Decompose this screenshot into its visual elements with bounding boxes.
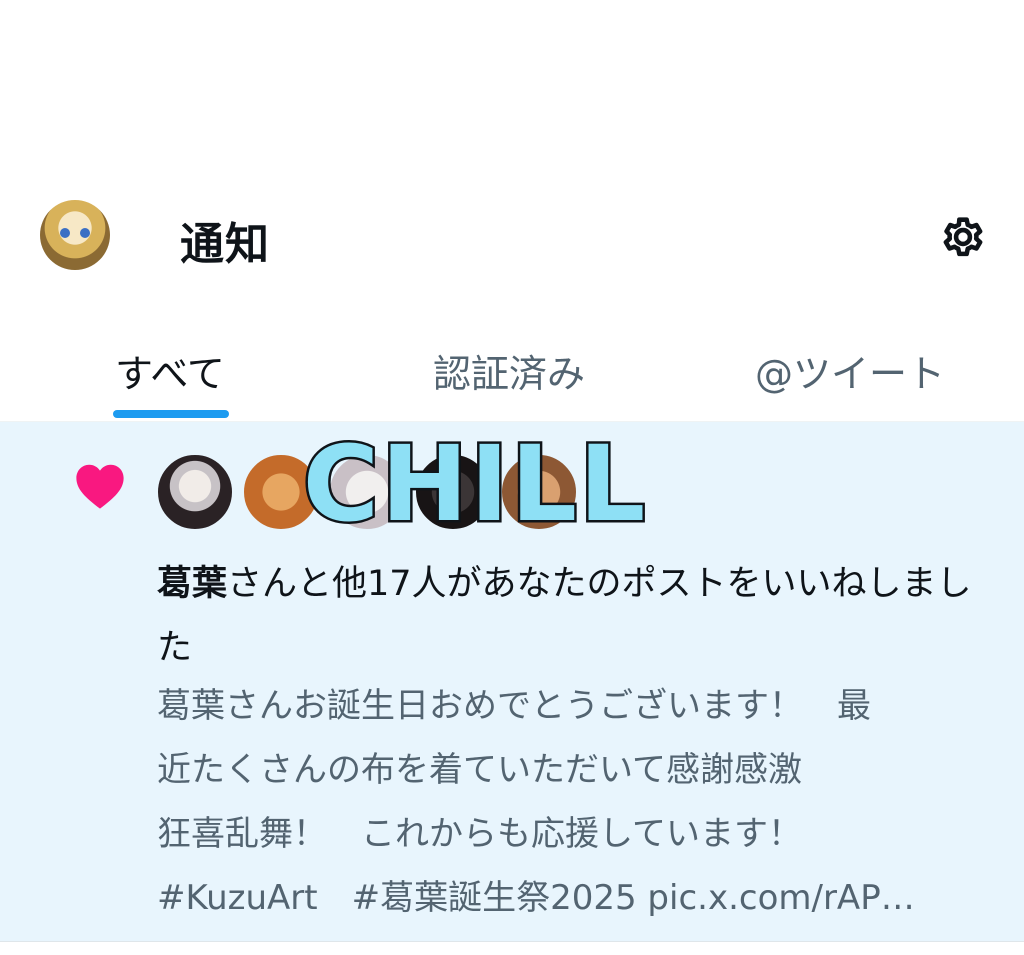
- header: 通知: [0, 190, 1024, 290]
- sticker-text: CHILL: [303, 428, 648, 544]
- post-line: 葛葉さんお誕生日おめでとうございます！ 最: [157, 686, 871, 726]
- notification-action: さんと他17人があなたのポストをいいねしました: [157, 564, 972, 668]
- settings-button[interactable]: [933, 207, 993, 267]
- post-line: 近たくさんの布を着ていただいて感謝感激: [157, 750, 802, 790]
- tab-mentions[interactable]: @ツイート: [755, 343, 945, 413]
- gear-icon: [943, 217, 983, 257]
- heart-icon: [76, 464, 124, 509]
- tab-all[interactable]: すべて: [115, 343, 225, 413]
- like-notification[interactable]: CHILL 葛葉さんと他17人があなたのポストをいいねしました 葛葉さんお誕生日…: [0, 422, 1024, 942]
- avatar-eye-left: [60, 228, 70, 238]
- post-line: #KuzuArt #葛葉誕生祭2025 pic.x.com/rAP…: [157, 878, 915, 918]
- active-tab-indicator: [113, 410, 229, 418]
- actor-name[interactable]: 葛葉: [157, 564, 227, 604]
- tab-verified[interactable]: 認証済み: [433, 343, 585, 413]
- page-title: 通知: [180, 219, 270, 270]
- avatar-eye-right: [80, 228, 90, 238]
- notification-summary: 葛葉さんと他17人があなたのポストをいいねしました: [157, 552, 1002, 680]
- profile-avatar[interactable]: [40, 200, 110, 270]
- chill-sticker: CHILL: [300, 428, 648, 544]
- post-line: 狂喜乱舞！ これからも応援しています！: [157, 814, 802, 854]
- avatar[interactable]: [155, 452, 235, 532]
- post-preview: 葛葉さんお誕生日おめでとうございます！ 最 近たくさんの布を着ていただいて感謝感…: [157, 674, 1002, 930]
- notification-tabs: すべて 認証済み @ツイート: [0, 335, 1024, 422]
- notifications-page: 通知 すべて 認証済み @ツイート CHILL 葛葉さんと他17人があなたのポス…: [0, 0, 1024, 955]
